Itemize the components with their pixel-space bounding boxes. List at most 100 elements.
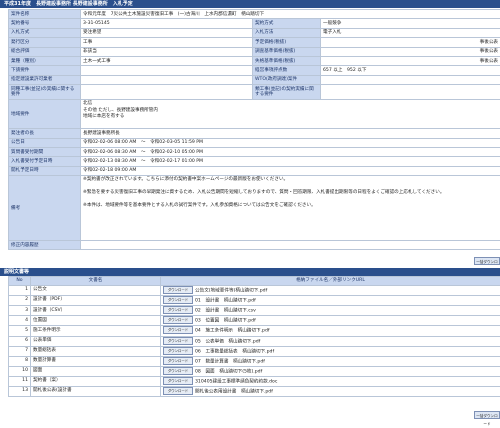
doc-name: 公告文 — [31, 286, 161, 296]
opening-date-label: 開札予定日時 — [9, 166, 81, 175]
doc-name: 図面 — [31, 366, 161, 376]
download-button[interactable]: ダウンロード — [163, 367, 193, 375]
orderer-label: 発注者の長 — [9, 129, 81, 138]
doc-no: 3 — [9, 306, 31, 316]
similar-work-req-label: 類工事(並記)の契約実績に関する要件 — [253, 85, 321, 100]
download-all-button-bottom[interactable]: 一括ダウンロード — [474, 411, 500, 419]
doc-file-link[interactable]: 03 位置図 柄山踏切下.pdf — [195, 319, 256, 324]
doc-name: 設計書（CSV） — [31, 306, 161, 316]
download-button[interactable]: ダウンロード — [163, 377, 193, 385]
wto-label: WTO(政府調達)案件 — [253, 75, 321, 84]
management-score-value: 657 以上 952 以下 — [321, 66, 500, 75]
table-row: 2設計書（PDF）ダウンロード01 設計書 柄山踏切下.pdf — [9, 296, 500, 306]
doc-no: 11 — [9, 376, 31, 386]
contract-number-value: 3-31-05145 — [81, 19, 253, 28]
doc-file-cell: ダウンロード開札後公表用設計書 柄山踏切下.pdf — [161, 387, 500, 397]
bid-method-label: 入札方法 — [253, 28, 321, 37]
doc-name: 設計書（PDF） — [31, 296, 161, 306]
wto-value — [321, 75, 500, 84]
table-row: 4位置図ダウンロード03 位置図 柄山踏切下.pdf — [9, 316, 500, 326]
doc-file-cell: ダウンロード02 設計書 柄山踏切下.csv — [161, 306, 500, 316]
doc-name: 契約書（案） — [31, 376, 161, 386]
table-row: 6公表単価ダウンロード05 公表単価 柄山踏切下.pdf — [9, 336, 500, 346]
doc-file-link[interactable]: 07 数量計算書 柄山踏切下.pdf — [195, 359, 265, 364]
doc-name: 公表単価 — [31, 336, 161, 346]
doc-no: 7 — [9, 346, 31, 356]
download-button[interactable]: ダウンロード — [163, 337, 193, 345]
remarks-value: ※契約書が改正されています。こちらに添付の契約書中案ホームページの最新版をお使い… — [81, 176, 500, 241]
table-row: 10図面ダウンロード08 図面 柄山踏切下(5枚).pdf — [9, 366, 500, 376]
same-work-req-label: 同種工事(並記)の実績に関する要件 — [9, 85, 81, 100]
revision-history-label: 修正内容履歴 — [9, 241, 81, 250]
download-button[interactable]: ダウンロード — [163, 387, 193, 395]
table-row: 1公告文ダウンロード公告文(地域要件等)柄山踏切下.pdf — [9, 286, 500, 296]
doc-file-link[interactable]: 06 工事数量総括表 柄山踏切下.pdf — [195, 349, 274, 354]
question-period-value: 令和02-02-06 08:30 AM ～ 令和02-02-10 05:00 P… — [81, 147, 500, 156]
bid-receipt-value: 令和02-02-13 08:30 AM ～ 令和02-02-17 01:00 P… — [81, 157, 500, 166]
doc-file-cell: ダウンロード310405建設工事標準請負契約約款.doc — [161, 376, 500, 386]
download-button[interactable]: ダウンロード — [163, 296, 193, 304]
doc-name: 位置図 — [31, 316, 161, 326]
table-row: 7数量総括表ダウンロード06 工事数量総括表 柄山踏切下.pdf — [9, 346, 500, 356]
same-work-req-value — [81, 85, 253, 100]
table-row: 5施工条件明示ダウンロード04 施工条件明示 柄山踏切下.pdf — [9, 326, 500, 336]
region-req-value: 北信 その他 ただし、長野建設事務所管内 地域に本店を有する — [81, 100, 500, 129]
doc-name: 開札後公表(設計書 — [31, 387, 161, 397]
doc-no: 4 — [9, 316, 31, 326]
overall-eval-label: 総合評価 — [9, 47, 81, 56]
management-score-label: 経営事項評点数 — [253, 66, 321, 75]
subcontract-req-value — [81, 66, 253, 75]
documents-table: No 文書名 格納ファイル名／外部リンクURL 1公告文ダウンロード公告文(地域… — [8, 276, 500, 397]
remarks-label: 備考 — [9, 176, 81, 241]
doc-file-link[interactable]: 開札後公表用設計書 柄山踏切下.pdf — [195, 390, 273, 395]
survey-price-label: 調査基準価格(税抜) — [253, 47, 321, 56]
table-row: 8数量計算書ダウンロード07 数量計算書 柄山踏切下.pdf — [9, 356, 500, 366]
category-label: 発行区分 — [9, 38, 81, 47]
table-row: 13開札後公表(設計書ダウンロード開札後公表用設計書 柄山踏切下.pdf — [9, 387, 500, 397]
doc-file-link[interactable]: 05 公表単価 柄山踏切下.pdf — [195, 339, 260, 344]
doc-file-link[interactable]: 08 図面 柄山踏切下(5枚).pdf — [195, 369, 262, 374]
bid-receipt-label: 入札書受付予定日時 — [9, 157, 81, 166]
col-file-header: 格納ファイル名／外部リンクURL — [161, 277, 500, 286]
bid-type-value: 受注希望 — [81, 28, 253, 37]
doc-no: 2 — [9, 296, 31, 306]
category-value: 工事 — [81, 38, 253, 47]
doc-no: 13 — [9, 387, 31, 397]
planned-price-value: 事後公表 — [321, 38, 500, 47]
survey-price-value: 事後公表 — [321, 47, 500, 56]
table-row: 3設計書（CSV）ダウンロード02 設計書 柄山踏切下.csv — [9, 306, 500, 316]
industry-value: 土木一式工事 — [81, 56, 253, 65]
download-button[interactable]: ダウンロード — [163, 357, 193, 365]
download-all-button[interactable]: 一括ダウンロード — [474, 257, 500, 265]
doc-file-link[interactable]: 04 施工条件明示 柄山踏切下.pdf — [195, 329, 269, 334]
case-info-table: 案件名称 令和元年度 7災公共土木施設災害復旧工事 (一)古海川 上水内郡信濃町… — [8, 9, 500, 250]
doc-file-link[interactable]: 310405建設工事標準請負契約約款.doc — [195, 379, 277, 384]
doc-no: 1 — [9, 286, 31, 296]
subcontract-req-label: 下請要件 — [9, 66, 81, 75]
disqualify-price-label: 失格基準価格(税抜) — [253, 56, 321, 65]
case-name-label: 案件名称 — [9, 10, 81, 19]
doc-file-link[interactable]: 公告文(地域要件等)柄山踏切下.pdf — [195, 289, 267, 294]
doc-file-cell: ダウンロード07 数量計算書 柄山踏切下.pdf — [161, 356, 500, 366]
question-period-label: 質問書受付期間 — [9, 147, 81, 156]
doc-file-link[interactable]: 01 設計書 柄山踏切下.pdf — [195, 299, 256, 304]
doc-name: 施工条件明示 — [31, 326, 161, 336]
download-button[interactable]: ダウンロード — [163, 306, 193, 314]
doc-no: 5 — [9, 326, 31, 336]
designated-license-label: 指定建設業許可業者 — [9, 75, 81, 84]
contract-method-label: 契約方式 — [253, 19, 321, 28]
revision-history-value — [81, 241, 500, 250]
download-button[interactable]: ダウンロード — [163, 286, 193, 294]
doc-file-link[interactable]: 02 設計書 柄山踏切下.csv — [195, 309, 256, 314]
bid-method-value: 電子入札 — [321, 28, 500, 37]
doc-file-cell: ダウンロード05 公表単価 柄山踏切下.pdf — [161, 336, 500, 346]
download-button[interactable]: ダウンロード — [163, 326, 193, 334]
doc-file-cell: ダウンロード03 位置図 柄山踏切下.pdf — [161, 316, 500, 326]
contract-method-value: 一般競争 — [321, 19, 500, 28]
opening-date-value: 令和02-02-18 09:00 AM — [81, 166, 500, 175]
doc-file-cell: ダウンロード08 図面 柄山踏切下(5枚).pdf — [161, 366, 500, 376]
disqualify-price-value: 事後公表 — [321, 56, 500, 65]
col-no-header: No — [9, 277, 31, 286]
download-button[interactable]: ダウンロード — [163, 347, 193, 355]
download-button[interactable]: ダウンロード — [163, 316, 193, 324]
